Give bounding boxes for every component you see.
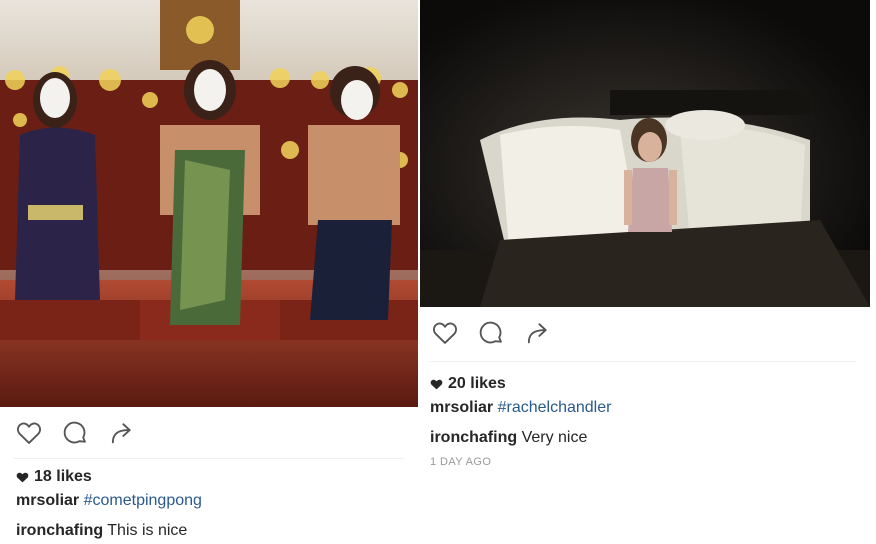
post-meta: 18 likes mrsoliar #cometpingpong ironcha… — [16, 467, 202, 541]
post-photo-child-bedroom[interactable] — [420, 0, 870, 307]
heart-filled-icon — [430, 379, 443, 390]
heart-outline-icon — [17, 422, 41, 444]
comment-text: This is nice — [107, 522, 188, 539]
instagram-post-left: 18 likes mrsoliar #cometpingpong ironcha… — [0, 0, 418, 544]
likes-label: 20 likes — [448, 375, 506, 392]
post-photo-masked-figures[interactable] — [0, 0, 418, 407]
comment-bubble-icon — [479, 321, 502, 344]
like-button[interactable] — [14, 418, 44, 448]
comment: ironchafing This is nice — [16, 521, 202, 541]
caption: mrsoliar #cometpingpong — [16, 491, 202, 511]
share-arrow-icon — [527, 323, 547, 344]
comment-username[interactable]: ironchafing — [430, 429, 517, 446]
share-arrow-icon — [111, 423, 131, 444]
likes-count[interactable]: 20 likes — [430, 374, 611, 394]
instagram-post-right: 20 likes mrsoliar #rachelchandler ironch… — [420, 0, 876, 544]
post-actions — [14, 418, 152, 448]
comment-username[interactable]: ironchafing — [16, 522, 103, 539]
comment-text: Very nice — [521, 429, 588, 446]
caption-hashtag[interactable]: #rachelchandler — [498, 399, 612, 416]
likes-count[interactable]: 18 likes — [16, 467, 202, 487]
likes-label: 18 likes — [34, 468, 92, 485]
post-timestamp: 1 DAY AGO — [430, 456, 492, 468]
caption-username[interactable]: mrsoliar — [430, 399, 493, 416]
caption-hashtag[interactable]: #cometpingpong — [84, 492, 202, 509]
like-button[interactable] — [430, 318, 460, 348]
post-meta: 20 likes mrsoliar #rachelchandler ironch… — [430, 374, 611, 468]
caption-username[interactable]: mrsoliar — [16, 492, 79, 509]
comment-button[interactable] — [476, 318, 506, 348]
share-button[interactable] — [522, 318, 552, 348]
post-actions — [430, 318, 568, 348]
caption: mrsoliar #rachelchandler — [430, 398, 611, 418]
share-button[interactable] — [106, 418, 136, 448]
heart-outline-icon — [433, 322, 457, 344]
comment-bubble-icon — [63, 421, 86, 444]
comment-button[interactable] — [60, 418, 90, 448]
divider — [430, 361, 856, 362]
heart-filled-icon — [16, 472, 29, 483]
comment: ironchafing Very nice — [430, 428, 611, 448]
divider — [14, 458, 404, 459]
